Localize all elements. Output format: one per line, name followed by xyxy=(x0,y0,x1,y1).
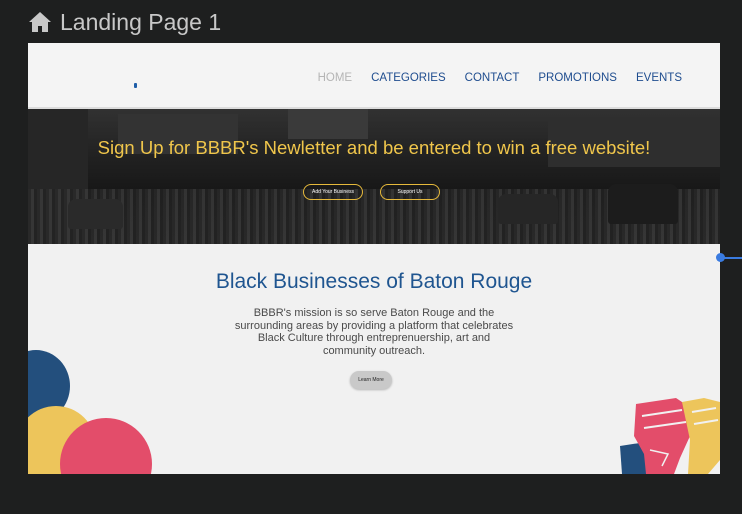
nav-item-home[interactable]: HOME xyxy=(318,72,353,84)
support-us-button[interactable]: Support Us xyxy=(380,184,440,200)
add-your-business-button[interactable]: Add Your Business xyxy=(303,184,363,200)
hero-banner: Sign Up for BBBR's Newletter and be ente… xyxy=(28,109,720,244)
nav-item-contact[interactable]: CONTACT xyxy=(465,72,520,84)
artboard-canvas[interactable]: HOME CATEGORIES CONTACT PROMOTIONS EVENT… xyxy=(28,43,720,474)
raised-fists-illustration xyxy=(620,398,720,474)
about-section: Black Businesses of Baton Rouge BBBR's m… xyxy=(28,246,720,474)
hero-headline: Sign Up for BBBR's Newletter and be ente… xyxy=(97,137,651,158)
artboard-title[interactable]: Landing Page 1 xyxy=(28,8,221,36)
prototype-connector-line xyxy=(724,257,742,259)
site-navbar: HOME CATEGORIES CONTACT PROMOTIONS EVENT… xyxy=(28,43,720,109)
nav-item-promotions[interactable]: PROMOTIONS xyxy=(538,72,617,84)
logo[interactable] xyxy=(134,83,137,88)
home-icon xyxy=(28,11,52,33)
learn-more-button[interactable]: Learn More xyxy=(350,371,392,389)
artboard-title-label: Landing Page 1 xyxy=(60,8,222,35)
nav-item-events[interactable]: EVENTS xyxy=(636,72,682,84)
section-title: Black Businesses of Baton Rouge xyxy=(215,270,533,293)
mission-text: BBBR's mission is so serve Baton Rouge a… xyxy=(234,307,514,357)
nav-item-categories[interactable]: CATEGORIES xyxy=(371,72,446,84)
nav-menu: HOME CATEGORIES CONTACT PROMOTIONS EVENT… xyxy=(318,72,682,84)
